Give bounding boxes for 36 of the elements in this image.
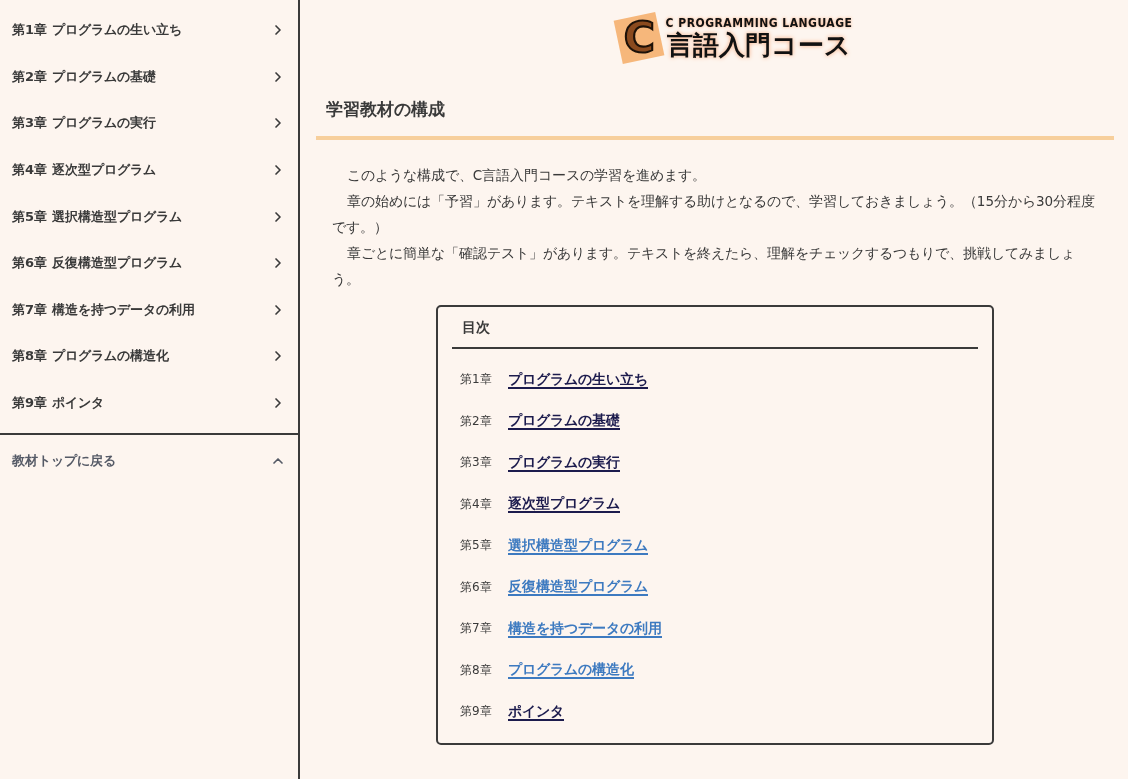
sidebar-item[interactable]: 第9章 ポインタ (0, 379, 298, 427)
chapter-link[interactable]: プログラムの基礎 (508, 412, 620, 431)
sidebar-item[interactable]: 第4章 逐次型プログラム (0, 146, 298, 194)
chapter-link[interactable]: ポインタ (508, 702, 564, 721)
toc-title: 目次 (452, 307, 978, 349)
sidebar-item[interactable]: 第6章 反復構造型プログラム (0, 239, 298, 287)
chapter-link[interactable]: 構造を持つデータの利用 (508, 619, 662, 638)
chapter-number: 第5章 (460, 537, 493, 555)
chapter-number: 第2章 (460, 412, 493, 430)
chapter-link[interactable]: プログラムの構造化 (508, 661, 634, 680)
section-heading: 学習教材の構成 (326, 98, 446, 121)
chapter-number: 第9章 (460, 703, 493, 721)
chapter-link[interactable]: 反復構造型プログラム (508, 578, 648, 597)
chapter-number: 第6章 (460, 578, 493, 596)
sidebar-item[interactable]: 第8章 プログラムの構造化 (0, 333, 298, 380)
chapter-link[interactable]: 逐次型プログラム (508, 495, 620, 514)
chapter-number: 第8章 (460, 661, 493, 679)
intro-paragraph: このような構成で、C言語入門コースの学習を進めます。 (345, 166, 708, 185)
chapter-number: 第7章 (460, 620, 493, 638)
chapter-number: 第4章 (460, 495, 493, 513)
back-to-top-link[interactable]: 教材トップに戻る (0, 435, 298, 488)
sidebar-item[interactable]: 第1章 プログラムの生い立ち (0, 7, 298, 54)
intro-paragraph: 章の始めには「予習」があります。テキストを理解する助けとなるので、学習しておきましょう。（15分から30分程度です。） (332, 192, 1097, 237)
chapter-link[interactable]: プログラムの実行 (508, 453, 620, 472)
logo-mark: C (613, 11, 664, 65)
chapter-number: 第1章 (460, 371, 493, 389)
chapter-link[interactable]: 選択構造型プログラム (508, 536, 648, 555)
logo-tagline: C PROGRAMMING LANGUAGE (665, 16, 853, 30)
logo-title: 言語入門コース (667, 30, 851, 60)
sidebar-item[interactable]: 第5章 選択構造型プログラム (0, 193, 298, 240)
sidebar-item[interactable]: 第2章 プログラムの基礎 (0, 53, 298, 101)
chapter-number: 第3章 (460, 454, 493, 472)
sidebar-item[interactable]: 第7章 構造を持つデータの利用 (0, 286, 298, 334)
chapter-link[interactable]: プログラムの生い立ち (508, 370, 648, 389)
sidebar-item[interactable]: 第3章 プログラムの実行 (0, 100, 298, 147)
intro-paragraph: 章ごとに簡単な「確認テスト」があります。テキストを終えたら、理解をチェックするつもりで、挑戦してみましょう。 (332, 244, 1076, 289)
